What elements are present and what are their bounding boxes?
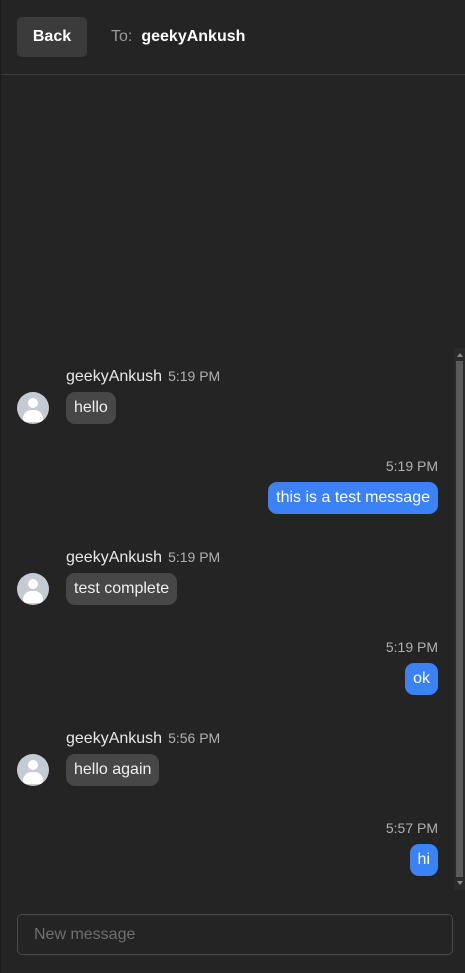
message-bubble: test complete — [66, 573, 178, 605]
message-meta: geekyAnkush 5:56 PM — [66, 730, 220, 748]
sender-name: geekyAnkush — [66, 368, 163, 385]
chat-window: Back To: geekyAnkush geekyAnkush 5:19 PM … — [0, 0, 465, 973]
sender-name: geekyAnkush — [66, 730, 163, 747]
message-time: 5:56 PM — [168, 730, 221, 746]
message-list-scrollbar[interactable] — [454, 348, 465, 890]
scroll-down-icon[interactable] — [457, 881, 463, 885]
message-bubble: this is a test message — [268, 482, 438, 514]
message-time: 5:19 PM — [385, 458, 438, 474]
avatar-icon — [17, 754, 49, 786]
message-meta: geekyAnkush 5:19 PM — [66, 368, 220, 386]
avatar-icon — [17, 573, 49, 605]
new-message-input[interactable] — [17, 914, 453, 955]
message-time: 5:19 PM — [168, 549, 221, 565]
message-time: 5:57 PM — [385, 820, 438, 836]
message-bubble: hello — [66, 392, 116, 424]
message-time: 5:19 PM — [385, 639, 438, 655]
back-button[interactable]: Back — [17, 17, 87, 57]
sender-name: geekyAnkush — [66, 549, 163, 566]
recipient-name: geekyAnkush — [141, 28, 246, 45]
to-label: To: — [111, 28, 133, 45]
message-bubble: ok — [405, 663, 438, 695]
message-bubble: hi — [409, 844, 438, 876]
message-bubble: hello again — [66, 754, 160, 786]
chat-header: Back To: geekyAnkush — [1, 0, 465, 75]
scroll-up-icon[interactable] — [457, 353, 463, 357]
message-time: 5:19 PM — [168, 368, 221, 384]
message-meta: geekyAnkush 5:19 PM — [66, 549, 220, 567]
scroll-thumb[interactable] — [456, 361, 463, 877]
avatar-icon — [17, 392, 49, 424]
message-list[interactable]: geekyAnkush 5:19 PM hello 5:19 PM this is… — [1, 348, 465, 890]
